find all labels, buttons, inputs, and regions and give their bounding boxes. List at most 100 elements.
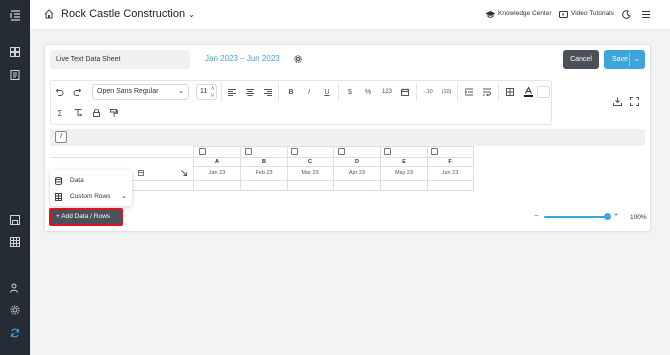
menu-item-custom-rows[interactable]: Custom Rows: [70, 193, 110, 200]
column-date-b[interactable]: Feb 23: [241, 170, 287, 176]
add-data-rows-button[interactable]: + Add Data / Rows: [49, 208, 123, 226]
menu-item-data[interactable]: Data: [70, 177, 84, 184]
grid-line: [193, 146, 194, 190]
download-icon[interactable]: [613, 97, 622, 106]
fullscreen-icon[interactable]: [630, 97, 639, 106]
font-family-value: Open Sans Regular: [97, 88, 159, 95]
toolbar-divider: [278, 83, 279, 101]
toolbar-divider: [416, 83, 417, 101]
grid-line: [287, 146, 288, 190]
column-header-f[interactable]: F: [427, 159, 473, 165]
chevron-down-icon: ⌄: [178, 88, 184, 95]
calendar-icon[interactable]: [398, 85, 412, 99]
currency-button[interactable]: $: [343, 85, 357, 99]
indent-icon[interactable]: [462, 85, 476, 99]
save-doc-icon[interactable]: [8, 213, 22, 227]
chevron-down-icon: ⌄: [188, 10, 195, 19]
undo-icon[interactable]: [53, 85, 67, 99]
align-left-icon[interactable]: [225, 85, 239, 99]
calendar-icon[interactable]: [338, 148, 345, 155]
calendar-icon[interactable]: [384, 148, 391, 155]
zoom-slider-thumb[interactable]: [604, 213, 611, 220]
formula-bar[interactable]: [50, 129, 645, 146]
grid-line: [473, 146, 474, 190]
zoom-in-button[interactable]: +: [614, 212, 618, 219]
italic-button[interactable]: I: [302, 85, 316, 99]
text-color-icon[interactable]: [521, 85, 535, 99]
database-icon: [55, 177, 63, 185]
fill-color-swatch[interactable]: [537, 86, 550, 98]
font-family-select[interactable]: Open Sans Regular ⌄: [92, 84, 189, 100]
menu-collapse-icon[interactable]: [8, 8, 22, 22]
toolbar-divider: [457, 83, 458, 101]
percent-button[interactable]: %: [361, 85, 375, 99]
column-date-c[interactable]: Mar 23: [287, 170, 333, 176]
column-date-f[interactable]: Jun 23: [427, 170, 473, 176]
column-date-d[interactable]: Apr 23: [334, 170, 380, 176]
users-icon[interactable]: [8, 281, 22, 295]
column-header-e[interactable]: E: [381, 159, 427, 165]
calendar-icon[interactable]: [291, 148, 298, 155]
bold-button[interactable]: B: [284, 85, 298, 99]
format-painter-icon[interactable]: [107, 106, 121, 120]
negative-parens-button[interactable]: (10): [438, 85, 455, 99]
toolbar-divider: [498, 83, 499, 101]
decimal-decrease-button[interactable]: -.10: [420, 85, 436, 99]
hamburger-menu-icon[interactable]: [642, 11, 650, 18]
knowledge-center-link[interactable]: Knowledge Center: [498, 10, 551, 17]
wrap-text-icon[interactable]: [480, 85, 494, 99]
calendar-icon[interactable]: [431, 148, 438, 155]
grid-line: [240, 146, 241, 190]
clear-format-icon[interactable]: [71, 106, 85, 120]
toolbar-divider: [338, 83, 339, 101]
sum-button[interactable]: Σ: [53, 106, 67, 120]
cancel-button[interactable]: Cancel: [563, 50, 599, 69]
grid-line: [333, 146, 334, 190]
font-size-stepper[interactable]: 11 ˄ ˅: [196, 84, 217, 100]
date-range-selector[interactable]: Jan 2023 – Jun 2023: [205, 54, 280, 63]
zoom-out-button[interactable]: −: [534, 213, 538, 220]
column-date-e[interactable]: May 23: [381, 170, 427, 176]
calendar-icon[interactable]: [199, 148, 206, 155]
row-label-icon[interactable]: [138, 170, 144, 176]
zoom-slider[interactable]: [544, 216, 608, 218]
calendar-icon[interactable]: [245, 148, 252, 155]
table-icon[interactable]: [8, 235, 22, 249]
grid-line: [380, 146, 381, 190]
settings-icon[interactable]: [8, 303, 22, 317]
zoom-level: 100%: [630, 214, 647, 221]
home-icon[interactable]: [44, 9, 54, 19]
stepper-down-icon[interactable]: ˅: [211, 89, 214, 103]
save-divider: [629, 53, 630, 66]
lock-icon[interactable]: [89, 106, 103, 120]
underline-button[interactable]: U: [320, 85, 334, 99]
align-center-icon[interactable]: [243, 85, 257, 99]
reports-icon[interactable]: [8, 68, 22, 82]
column-date-a[interactable]: Jan 23: [194, 170, 240, 176]
redo-icon[interactable]: [70, 85, 84, 99]
graduation-cap-icon: [485, 10, 496, 18]
toolbar-divider: [221, 83, 222, 101]
column-header-b[interactable]: B: [241, 159, 287, 165]
borders-icon[interactable]: [503, 85, 517, 99]
resize-arrow-icon[interactable]: [181, 170, 187, 176]
moon-icon[interactable]: [622, 10, 631, 19]
custom-rows-icon: [55, 193, 63, 201]
chevron-down-icon[interactable]: ⌄: [121, 192, 127, 200]
company-name: Rock Castle Construction: [61, 8, 186, 20]
video-tutorials-link[interactable]: Video Tutorials: [571, 10, 614, 17]
company-selector[interactable]: Rock Castle Construction ⌄: [61, 8, 195, 20]
gear-icon[interactable]: [294, 55, 302, 63]
column-header-a[interactable]: A: [194, 159, 240, 165]
font-size-value: 11: [200, 88, 208, 95]
number-format-button[interactable]: 123: [378, 85, 396, 99]
dashboard-icon[interactable]: [8, 45, 22, 59]
grid-line: [50, 157, 474, 158]
column-header-d[interactable]: D: [334, 159, 380, 165]
align-right-icon[interactable]: [261, 85, 275, 99]
sync-icon[interactable]: [8, 326, 22, 340]
sheet-name-input[interactable]: Live Text Data Sheet: [50, 50, 190, 69]
column-header-c[interactable]: C: [287, 159, 333, 165]
function-icon[interactable]: f: [55, 131, 67, 143]
save-options-chevron-icon[interactable]: ⌄: [634, 55, 640, 63]
